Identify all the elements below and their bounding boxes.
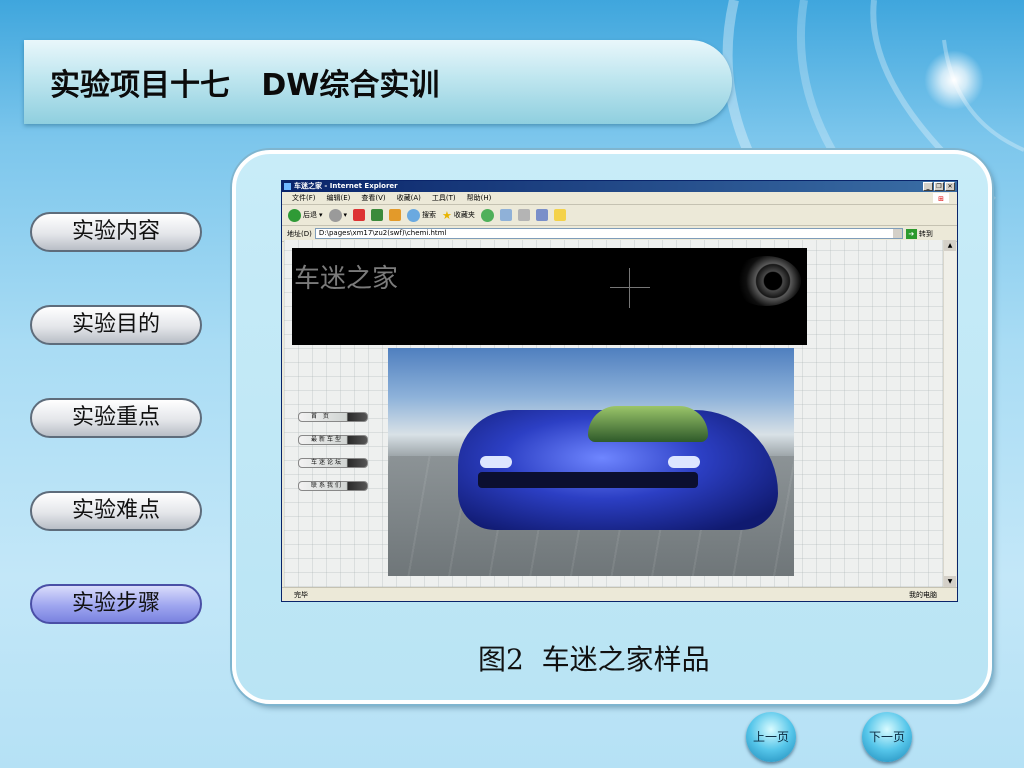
minimize-icon[interactable]: _ [923,182,933,191]
browser-title: 车迷之家 - Internet Explorer [294,182,398,190]
nav-button-content[interactable]: 实验内容 [30,212,202,252]
sun-flare [924,50,984,110]
wheel-decoration [731,256,801,306]
browser-screenshot: 车迷之家 - Internet Explorer _ ❐ ✕ 文件(F) 编辑(… [281,180,958,602]
car-image [388,348,794,576]
browser-menubar: 文件(F) 编辑(E) 查看(V) 收藏(A) 工具(T) 帮助(H) ⊞ [282,192,957,205]
menu-view[interactable]: 查看(V) [361,192,385,204]
go-button[interactable]: ➔ 转到 [905,228,933,239]
address-dropdown-icon[interactable] [892,229,902,238]
mail-icon[interactable] [499,209,512,221]
status-bar: 完毕 我的电脑 [282,587,957,601]
browser-toolbar: 后退 ▾ ▾ 搜索 ★ 收藏夹 [282,205,957,226]
menu-favorites[interactable]: 收藏(A) [397,192,421,204]
home-icon[interactable] [389,209,402,221]
vertical-scrollbar[interactable]: ▲ ▼ [943,240,956,587]
address-label: 地址(D) [287,229,312,238]
browser-title-bar: 车迷之家 - Internet Explorer _ ❐ ✕ [282,181,957,192]
car-grille [478,472,698,488]
site-nav-home[interactable]: 首 页 [298,412,368,422]
nav-button-key-points[interactable]: 实验重点 [30,398,202,438]
favorites-button[interactable]: ★ 收藏夹 [442,209,475,222]
refresh-icon[interactable] [371,209,384,221]
print-icon[interactable] [517,209,530,221]
search-icon [407,208,421,222]
car-windshield [588,406,708,442]
menu-edit[interactable]: 编辑(E) [327,192,351,204]
back-button[interactable]: 后退 ▾ [288,208,323,222]
windows-logo-icon: ⊞ [933,193,949,203]
ie-icon [284,183,291,190]
site-nav-new-models[interactable]: 最新车型 [298,435,368,445]
go-arrow-icon: ➔ [905,228,917,239]
zone-label: 我的电脑 [909,591,937,599]
crosshair-decoration [610,268,650,308]
figure-caption: 图2 车迷之家样品 [478,643,710,676]
prev-page-button[interactable]: 上一页 [746,712,796,762]
slide-title: 实验项目十七 DW综合实训 [50,68,440,103]
address-input[interactable]: D:\pages\xm17\zu2(swf)\chemi.html [314,228,903,239]
nav-button-difficulties[interactable]: 实验难点 [30,491,202,531]
status-text: 完毕 [294,591,308,599]
close-icon[interactable]: ✕ [945,182,955,191]
history-icon[interactable] [480,208,494,222]
scroll-up-icon[interactable]: ▲ [944,240,956,251]
site-banner-title: 车迷之家 [294,264,399,294]
search-button[interactable]: 搜索 [407,208,436,222]
car-headlight-left [480,456,512,468]
menu-tools[interactable]: 工具(T) [432,192,456,204]
stop-icon[interactable] [353,209,366,221]
car-headlight-right [668,456,700,468]
site-nav-contact[interactable]: 联系我们 [298,481,368,491]
window-controls: _ ❐ ✕ [923,182,955,191]
forward-arrow-icon [328,208,342,222]
site-banner: 车迷之家 [292,248,807,345]
scroll-down-icon[interactable]: ▼ [944,576,956,587]
slide-title-bar: 实验项目十七 DW综合实训 [24,40,732,124]
site-nav-forum[interactable]: 车迷论坛 [298,458,368,468]
star-icon: ★ [442,208,452,222]
notes-icon[interactable] [553,209,566,221]
forward-button[interactable]: ▾ [328,208,347,222]
back-arrow-icon [288,208,301,222]
nav-button-purpose[interactable]: 实验目的 [30,305,202,345]
edit-word-icon[interactable] [535,209,548,221]
next-page-button[interactable]: 下一页 [862,712,912,762]
nav-button-steps[interactable]: 实验步骤 [30,584,202,624]
web-page-content: 车迷之家 首 页 最新车型 车迷论坛 联系我们 [284,240,946,587]
restore-icon[interactable]: ❐ [934,182,944,191]
menu-file[interactable]: 文件(F) [292,192,316,204]
menu-help[interactable]: 帮助(H) [467,192,492,204]
